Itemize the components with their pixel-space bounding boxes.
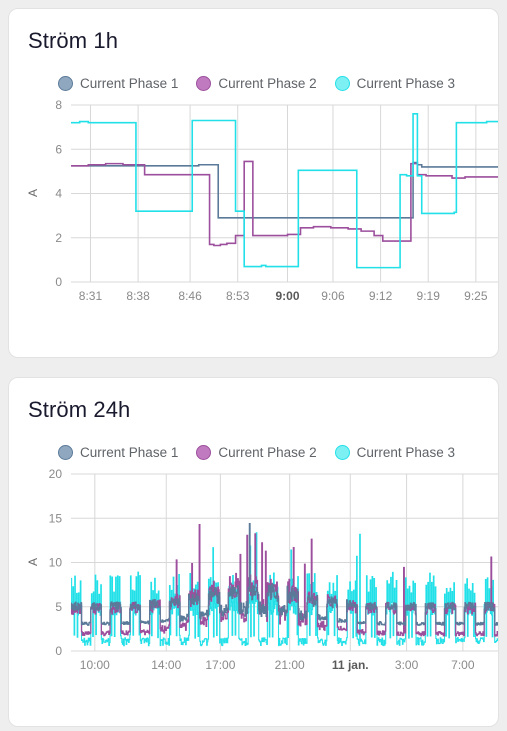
y-axis-tick-label: 15 [49, 511, 63, 525]
x-axis-tick-label: 9:19 [417, 289, 441, 303]
page-title: Ström 24h [28, 397, 131, 422]
x-axis-tick-label: 9:25 [464, 289, 488, 303]
series-line-phase2 [70, 524, 498, 637]
series-line-phase3 [71, 113, 498, 269]
y-axis-tick-label: 8 [55, 98, 62, 112]
y-axis-tick-label: 6 [55, 142, 62, 156]
x-axis-tick-label: 9:12 [369, 289, 393, 303]
x-axis-tick-label: 17:00 [205, 658, 235, 672]
y-axis-tick-label: 4 [55, 187, 62, 201]
legend-item-label: Current Phase 3 [356, 76, 455, 91]
x-axis-tick-label: 14:00 [151, 658, 181, 672]
line-chart-24h[interactable]: 0 5 10 15 20 10:00 14:00 17:00 21:00 11 jan. 3:00 7… [9, 466, 499, 681]
page-title: Ström 1h [28, 28, 119, 53]
chart-card-strom-24h: Ström 24h Current Phase 1 Current Phase … [8, 377, 499, 727]
x-axis-tick-label: 3:00 [395, 658, 419, 672]
y-axis-tick-label: 2 [55, 231, 62, 245]
x-axis-tick-label: 21:00 [275, 658, 305, 672]
chart-legend: Current Phase 1 Current Phase 2 Current … [9, 76, 498, 91]
legend-dot-icon [196, 76, 212, 91]
y-axis-tick-label: 10 [49, 556, 63, 570]
x-axis-tick-label: 9:06 [321, 289, 345, 303]
legend-item-label: Current Phase 2 [218, 76, 317, 91]
legend-item-label: Current Phase 3 [356, 445, 455, 460]
legend-item-label: Current Phase 1 [80, 76, 179, 91]
y-axis-unit-label: A [26, 557, 41, 566]
legend-item-phase-1[interactable]: Current Phase 1 [58, 445, 178, 460]
chart-plot-area-24h[interactable]: A 0 5 10 15 20 10:00 14:00 17:00 21:00 11 jan. 3:0… [9, 466, 498, 681]
legend-item-phase-3[interactable]: Current Phase 3 [334, 445, 455, 460]
legend-dot-icon [58, 76, 74, 91]
x-axis-tick-label: 8:31 [79, 289, 103, 303]
y-axis-tick-label: 5 [55, 600, 62, 614]
x-axis-tick-label: 10:00 [80, 658, 110, 672]
line-chart-1h[interactable]: 0 2 4 6 8 8:31 8:38 8:46 8:53 9:00 9:06 9:12 9:19 9:2… [9, 97, 499, 312]
legend-dot-icon [334, 445, 350, 460]
chart-card-strom-1h: Ström 1h Current Phase 1 Current Phase 2… [8, 8, 499, 358]
legend-item-label: Current Phase 2 [218, 445, 317, 460]
chart-legend: Current Phase 1 Current Phase 2 Current … [9, 445, 498, 460]
y-axis-tick-label: 0 [55, 644, 62, 658]
legend-dot-icon [196, 445, 212, 460]
legend-item-phase-2[interactable]: Current Phase 2 [196, 76, 317, 91]
legend-item-phase-3[interactable]: Current Phase 3 [334, 76, 455, 91]
legend-item-phase-1[interactable]: Current Phase 1 [58, 76, 178, 91]
x-axis-tick-label: 11 jan. [332, 658, 369, 672]
y-axis-unit-label: A [26, 188, 41, 197]
legend-item-phase-2[interactable]: Current Phase 2 [196, 445, 317, 460]
legend-dot-icon [58, 445, 74, 460]
x-axis-tick-label: 8:38 [126, 289, 150, 303]
dashboard-page: Ström 1h Current Phase 1 Current Phase 2… [0, 0, 507, 731]
legend-item-label: Current Phase 1 [80, 445, 179, 460]
y-axis-tick-label: 20 [49, 467, 63, 481]
legend-dot-icon [334, 76, 350, 91]
x-axis-tick-label: 8:46 [178, 289, 202, 303]
series-line-phase3 [71, 532, 498, 647]
x-axis-tick-label: 7:00 [451, 658, 475, 672]
y-axis-tick-label: 0 [55, 275, 62, 289]
chart-plot-area-1h[interactable]: A 0 2 4 6 8 8:31 8:38 8:46 8:53 9:00 9:06 9:12 9:19 9… [9, 97, 498, 312]
x-axis-tick-label: 8:53 [226, 289, 250, 303]
x-axis-tick-label: 9:00 [275, 289, 299, 303]
